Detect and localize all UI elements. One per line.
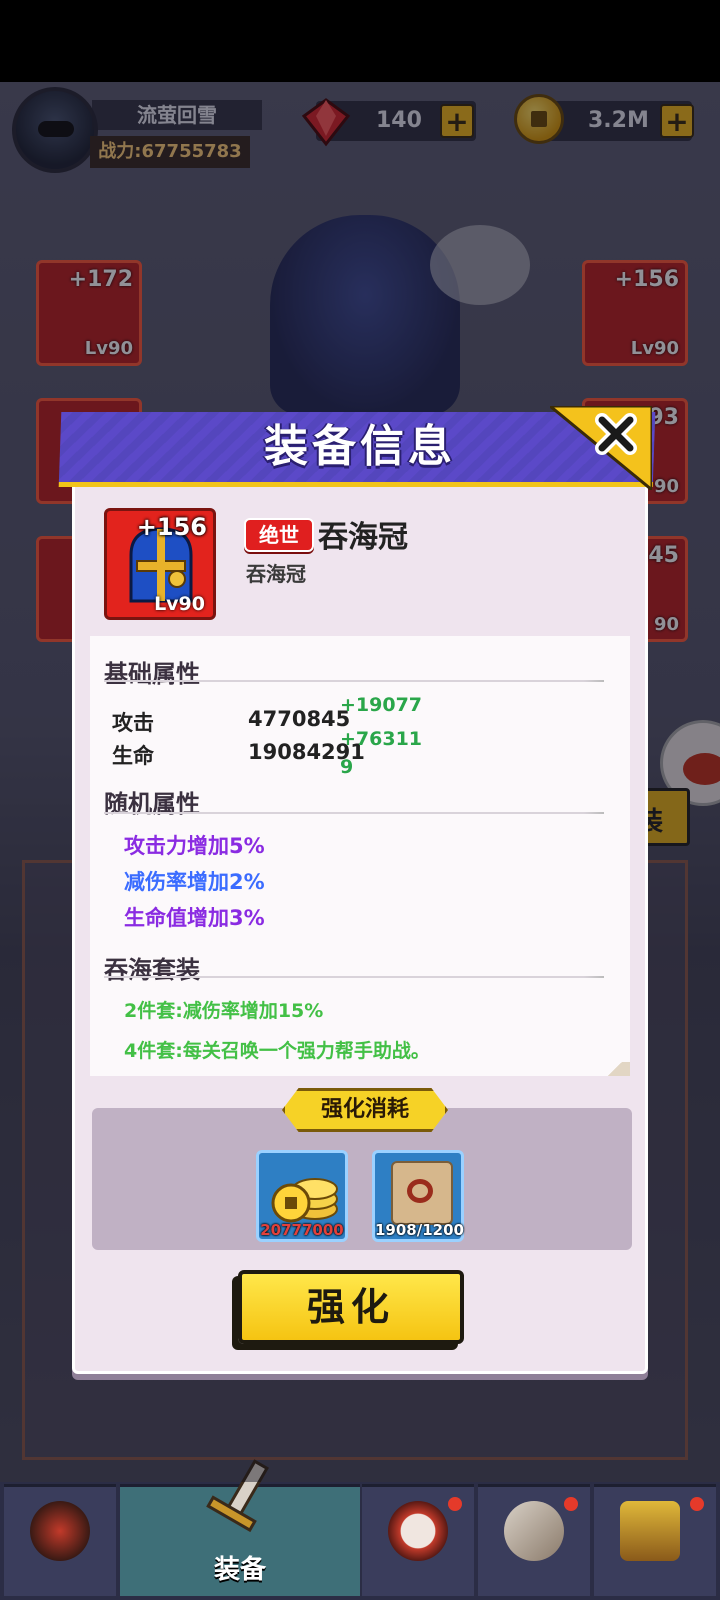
hp-bonus: +76311 <box>340 728 423 750</box>
scroll-icon <box>391 1161 453 1225</box>
cannon-icon <box>504 1501 564 1561</box>
divider <box>104 976 604 978</box>
castle-icon <box>620 1501 680 1561</box>
attack-value: 4770845 <box>248 707 351 731</box>
item-name: 吞海冠 <box>318 520 408 555</box>
divider <box>104 812 604 814</box>
nav-hero[interactable] <box>4 1484 116 1596</box>
set-bonus-2pc: 2件套:减伤率增加15% <box>124 1000 324 1022</box>
divider <box>104 680 604 682</box>
hero-icon <box>30 1501 90 1561</box>
item-enhance-level: +156 <box>136 513 207 541</box>
hp-label: 生命 <box>112 744 154 768</box>
rarity-badge: 绝世 <box>244 518 314 552</box>
nav-equipment-label: 装备 <box>213 1555 266 1585</box>
notification-dot <box>448 1497 462 1511</box>
upgrade-button-label[interactable]: 强化 <box>238 1270 464 1344</box>
status-bar <box>0 0 720 82</box>
notification-dot <box>690 1497 704 1511</box>
cost-item-coins[interactable]: 20777000 <box>256 1150 348 1242</box>
item-subtitle: 吞海冠 <box>246 562 306 586</box>
base-attributes-title: 基础属性 <box>104 660 200 688</box>
cost-coin-count: 20777000 <box>260 1221 344 1239</box>
item-level: Lv90 <box>154 593 205 615</box>
nav-cannon[interactable] <box>478 1484 590 1596</box>
item-icon: +156 Lv90 <box>104 508 216 620</box>
coin-stack-icon <box>271 1178 338 1223</box>
hp-bonus-overflow: 9 <box>340 756 354 778</box>
nav-castle[interactable] <box>594 1484 716 1596</box>
drum-icon <box>388 1501 448 1561</box>
random-attribute: 生命值增加3% <box>124 906 265 930</box>
attack-bonus: +19077 <box>340 694 423 716</box>
set-bonus-4pc: 4件套:每关召唤一个强力帮手助战。 <box>124 1040 430 1062</box>
attack-label: 攻击 <box>112 711 154 735</box>
close-icon <box>595 413 637 455</box>
close-button[interactable] <box>550 406 652 490</box>
random-attribute: 攻击力增加5% <box>124 834 265 858</box>
cost-scroll-count: 1908/1200 <box>375 1221 464 1239</box>
nav-equipment[interactable]: 装备 <box>120 1459 360 1596</box>
set-bonus-title: 吞海套装 <box>104 956 200 984</box>
notification-dot <box>564 1497 578 1511</box>
nav-drum[interactable] <box>362 1484 474 1596</box>
cost-title: 强化消耗 <box>320 1097 409 1122</box>
cost-item-scroll[interactable]: 1908/1200 <box>372 1150 464 1242</box>
random-attribute: 减伤率增加2% <box>124 870 265 894</box>
